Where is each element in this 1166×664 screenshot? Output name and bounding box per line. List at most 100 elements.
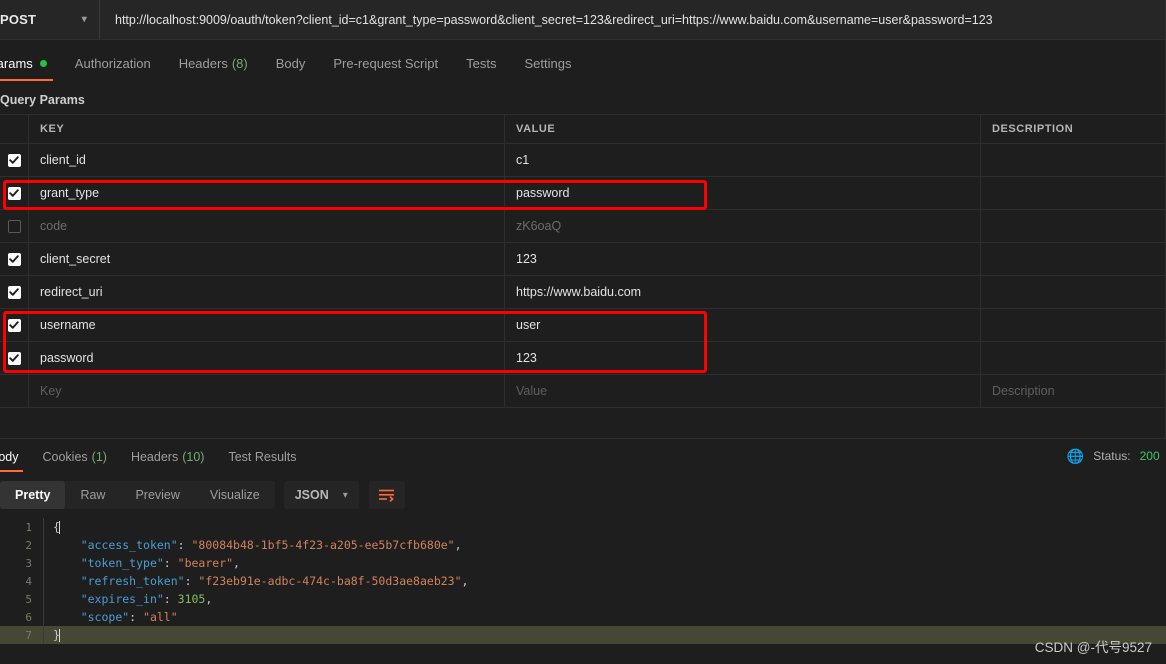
code-line: 1{ <box>0 518 1166 536</box>
word-wrap-icon <box>378 488 395 502</box>
param-description-cell[interactable] <box>981 177 1166 209</box>
request-tab-authorization[interactable]: Authorization <box>61 40 165 86</box>
response-tab-cookies[interactable]: Cookies(1) <box>31 439 119 475</box>
param-value-cell[interactable]: c1 <box>505 144 981 176</box>
request-tab-label: Headers <box>179 56 228 71</box>
header-checkbox-cell <box>0 115 29 143</box>
request-tab-count: (8) <box>232 56 248 71</box>
param-description-cell[interactable] <box>981 276 1166 308</box>
table-row[interactable]: redirect_uri https://www.baidu.com <box>0 276 1166 309</box>
view-mode-raw[interactable]: Raw <box>65 481 120 509</box>
new-param-value-placeholder: Value <box>516 384 547 398</box>
param-description-cell[interactable] <box>981 342 1166 374</box>
table-placeholder-row[interactable]: Key Value Description <box>0 375 1166 408</box>
line-number: 6 <box>0 611 43 624</box>
table-row[interactable]: client_secret123 <box>0 243 1166 276</box>
param-key-cell[interactable]: password <box>29 342 505 374</box>
code-line: 7} <box>0 626 1166 644</box>
param-key-cell[interactable]: client_id <box>29 144 505 176</box>
code-line: 2 "access_token": "80084b48-1bf5-4f23-a2… <box>0 536 1166 554</box>
response-body-viewer[interactable]: 1{2 "access_token": "80084b48-1bf5-4f23-… <box>0 518 1166 664</box>
param-key-text: password <box>40 351 94 365</box>
param-enabled-checkbox[interactable] <box>8 352 21 365</box>
line-number: 7 <box>0 629 43 642</box>
param-value-cell[interactable]: https://www.baidu.com <box>505 276 981 308</box>
chevron-down-icon: ▾ <box>82 14 87 25</box>
params-modified-dot-icon <box>40 60 47 67</box>
param-key-cell[interactable]: client_secret <box>29 243 505 275</box>
check-icon <box>9 320 19 330</box>
request-tabs: Params Authorization Headers (8) BodyPre-req… <box>0 40 1166 86</box>
param-description-cell[interactable] <box>981 309 1166 341</box>
param-key-cell[interactable]: username <box>29 309 505 341</box>
line-number: 1 <box>0 521 43 534</box>
view-mode-visualize[interactable]: Visualize <box>195 481 275 509</box>
request-tab-pre-request-script[interactable]: Pre-request Script <box>319 40 452 86</box>
param-value-text: c1 <box>516 153 529 167</box>
status-label: Status: <box>1093 449 1130 463</box>
status-code: 200 <box>1140 449 1160 463</box>
table-row[interactable]: grant_type password <box>0 177 1166 210</box>
param-description-cell[interactable] <box>981 243 1166 275</box>
param-key-text: grant_type <box>40 186 99 200</box>
param-enabled-checkbox[interactable] <box>8 220 21 233</box>
query-params-title: Query Params <box>0 86 85 114</box>
body-format-selector[interactable]: JSON ▾ <box>284 481 359 509</box>
request-tab-settings[interactable]: Settings <box>510 40 585 86</box>
param-key-cell[interactable]: redirect_uri <box>29 276 505 308</box>
new-param-key-input[interactable]: Key <box>29 375 505 407</box>
row-checkbox-cell <box>0 342 29 374</box>
param-value-cell[interactable]: 123 <box>505 243 981 275</box>
param-value-cell[interactable]: password <box>505 177 981 209</box>
new-param-value-input[interactable]: Value <box>505 375 981 407</box>
new-param-key-placeholder: Key <box>40 384 62 398</box>
param-key-cell[interactable]: grant_type <box>29 177 505 209</box>
http-method-selector[interactable]: POST ▾ <box>0 0 100 39</box>
view-mode-pretty[interactable]: Pretty <box>0 481 65 509</box>
check-icon <box>9 287 19 297</box>
param-enabled-checkbox[interactable] <box>8 253 21 266</box>
param-value-cell[interactable]: 123 <box>505 342 981 374</box>
check-icon <box>9 188 19 198</box>
param-enabled-checkbox[interactable] <box>8 286 21 299</box>
param-description-cell[interactable] <box>981 144 1166 176</box>
param-value-cell[interactable]: user <box>505 309 981 341</box>
check-icon <box>9 353 19 363</box>
table-row[interactable]: code zK6oaQ <box>0 210 1166 243</box>
table-header-row: KEYVALUEDESCRIPTION <box>0 115 1166 144</box>
param-value-text: https://www.baidu.com <box>516 285 641 299</box>
word-wrap-toggle[interactable] <box>369 481 405 509</box>
request-tab-body[interactable]: Body <box>262 40 320 86</box>
request-tab-params[interactable]: Params <box>0 40 61 86</box>
new-param-description-input[interactable]: Description <box>981 375 1166 407</box>
response-tab-body[interactable]: Body <box>0 439 31 475</box>
param-key-text: username <box>40 318 96 332</box>
request-tab-headers[interactable]: Headers (8) <box>165 40 262 86</box>
table-row[interactable]: client_id c1 <box>0 144 1166 177</box>
globe-icon: 🌐 <box>1067 448 1084 465</box>
view-mode-preview[interactable]: Preview <box>120 481 194 509</box>
param-value-text: user <box>516 318 540 332</box>
request-tab-tests[interactable]: Tests <box>452 40 510 86</box>
check-icon <box>9 155 19 165</box>
param-key-text: redirect_uri <box>40 285 103 299</box>
param-description-cell[interactable] <box>981 210 1166 242</box>
param-key-text: client_id <box>40 153 86 167</box>
view-mode-segment: PrettyRawPreviewVisualize <box>0 481 275 509</box>
code-line: 3 "token_type": "bearer", <box>0 554 1166 572</box>
url-input[interactable]: http://localhost:9009/oauth/token?client… <box>100 0 1166 39</box>
request-tab-label: Authorization <box>75 56 151 71</box>
row-checkbox-cell <box>0 276 29 308</box>
param-value-cell[interactable]: zK6oaQ <box>505 210 981 242</box>
new-param-description-placeholder: Description <box>992 384 1055 398</box>
response-tab-test-results[interactable]: Test Results <box>216 439 308 475</box>
response-tab-headers[interactable]: Headers(10) <box>119 439 216 475</box>
param-enabled-checkbox[interactable] <box>8 154 21 167</box>
param-key-cell[interactable]: code <box>29 210 505 242</box>
table-row[interactable]: username user <box>0 309 1166 342</box>
param-key-text: code <box>40 219 67 233</box>
body-format-label: JSON <box>295 488 329 502</box>
table-row[interactable]: password 123 <box>0 342 1166 375</box>
param-enabled-checkbox[interactable] <box>8 319 21 332</box>
param-enabled-checkbox[interactable] <box>8 187 21 200</box>
